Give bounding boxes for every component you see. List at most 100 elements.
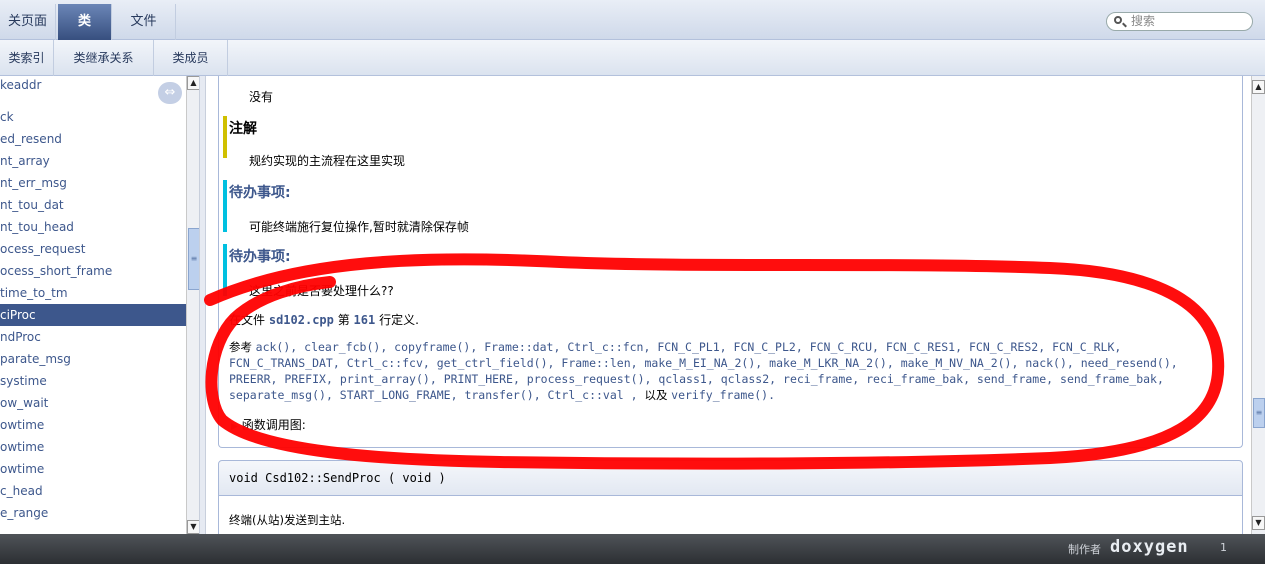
tree-item[interactable]: owtime [0,414,186,436]
ref-link[interactable]: Ctrl_c::val [548,388,624,402]
ref-link[interactable]: send_frame_bak [1060,372,1157,386]
file-link[interactable]: sd102.cpp [269,313,334,327]
line-link[interactable]: 161 [354,313,376,327]
note-text: 规约实现的主流程在这里实现 [249,154,406,168]
search-input[interactable]: 搜索 [1106,12,1253,31]
ref-link[interactable]: need_resend() [1081,356,1171,370]
todo-bar [223,180,227,232]
note-title: 注解 [229,121,257,137]
ref-link[interactable]: verify_frame() [671,388,768,402]
sync-toggle-icon[interactable]: ⇔ [158,82,182,104]
tree-item[interactable]: ndProc [0,326,186,348]
main-nav: 关页面 类 文件 搜索 [0,0,1265,40]
tree-item[interactable]: nt_err_msg [0,172,186,194]
ref-link[interactable]: clear_fcb() [304,340,380,354]
ref-link[interactable]: separate_msg() [229,388,326,402]
ref-link[interactable]: FCN_C_PL2 [734,340,796,354]
todo-text: 这里之前是否要处理什么?? [249,284,394,298]
scroll-up-icon[interactable]: ▲ [1252,80,1265,94]
scroll-up-icon[interactable]: ▲ [187,76,199,90]
tree-item-selected[interactable]: ciProc [0,304,186,326]
refs-and: 以及 [644,388,672,402]
tree-item[interactable]: nt_tou_head [0,216,186,238]
content-scrollbar[interactable]: ▲ ≡ ▼ [1251,76,1265,534]
ref-link[interactable]: nack() [1025,356,1067,370]
tree-item[interactable]: ocess_request [0,238,186,260]
expand-arrow-icon: ▶ [231,422,238,432]
tree-item[interactable]: ocess_short_frame [0,260,186,282]
callgraph-label: 函数调用图: [241,418,306,432]
tab-classes[interactable]: 类 [58,4,112,40]
ref-link[interactable]: qclass2 [721,372,769,386]
content-area: 没有 注解 规约实现的主流程在这里实现 待办事项: 可能终端施行复位操作,暂时就… [206,76,1251,534]
refs-prefix: 参考 [229,340,256,354]
ref-link[interactable]: reci_frame [783,372,852,386]
defined-mid: 第 [337,313,350,327]
ref-link[interactable]: FCN_C_RES1 [886,340,955,354]
tab-related-pages[interactable]: 关页面 [0,4,56,40]
ref-link[interactable]: get_ctrl_field() [437,356,548,370]
ref-link[interactable]: process_request() [527,372,645,386]
ref-link[interactable]: print_array() [340,372,430,386]
ref-link[interactable]: send_frame [977,372,1046,386]
todo-title: 待办事项: [229,249,291,265]
note-bar [223,116,227,158]
search-icon [1114,16,1122,24]
tree-item[interactable]: owtime [0,436,186,458]
tree-item[interactable]: c_head [0,480,186,502]
tree-item[interactable]: nt_tou_dat [0,194,186,216]
tree-item[interactable]: parate_msg [0,348,186,370]
ref-link[interactable]: PREERR [229,372,271,386]
tab-class-members[interactable]: 类成员 [154,40,228,76]
tree-item[interactable]: ck [0,106,186,128]
tab-class-index[interactable]: 类索引 [0,40,54,76]
search-placeholder: 搜索 [1131,14,1156,28]
ref-link[interactable]: make_M_NV_NA_2() [901,356,1012,370]
ref-link[interactable]: transfer() [464,388,533,402]
member-prototype: void Csd102::SendProc ( void ) [218,460,1243,496]
ref-link[interactable]: Ctrl_c::fcn [567,340,643,354]
tree-item[interactable]: e_range [0,502,186,524]
ref-link[interactable]: FCN_C_RLK [1052,340,1114,354]
sub-nav: 类索引 类继承关系 类成员 [0,40,1265,76]
tree-scrollbar[interactable]: ▲ ≡ ▼ [186,76,199,534]
ref-link[interactable]: START_LONG_FRAME [340,388,451,402]
ref-link[interactable]: make_M_EI_NA_2() [645,356,756,370]
ref-link[interactable]: PREFIX [284,372,326,386]
brief-text: 终端(从站)发送到主站. [229,513,346,527]
ref-link[interactable]: FCN_C_TRANS_DAT [229,356,333,370]
scroll-thumb[interactable]: ≡ [1253,398,1265,428]
ref-link[interactable]: make_M_LKR_NA_2() [769,356,887,370]
ref-link[interactable]: Frame::len [561,356,630,370]
tree-item[interactable]: time_to_tm [0,282,186,304]
tree-item[interactable]: ed_resend [0,128,186,150]
ref-link[interactable]: ack() [256,340,291,354]
generated-by: 制作者 [1068,543,1101,556]
return-text: 没有 [249,90,274,104]
scroll-thumb[interactable]: ≡ [188,228,199,290]
ref-link[interactable]: FCN_C_PL1 [657,340,719,354]
ref-link[interactable]: FCN_C_RCU [810,340,872,354]
tab-class-hierarchy[interactable]: 类继承关系 [54,40,154,76]
tree-item[interactable]: owtime [0,458,186,480]
nav-tree: keaddr ck ed_resend nt_array nt_err_msg … [0,76,200,534]
tree-item[interactable]: ow_wait [0,392,186,414]
ref-link[interactable]: FCN_C_RES2 [969,340,1038,354]
ref-link[interactable]: qclass1 [658,372,706,386]
ref-link[interactable]: Ctrl_c::fcv [347,356,423,370]
todo-title: 待办事项: [229,185,291,201]
references: 参考 ack(), clear_fcb(), copyframe(), Fram… [229,340,1178,402]
ref-link[interactable]: copyframe() [394,340,470,354]
tree-item[interactable]: systime [0,370,186,392]
scroll-down-icon[interactable]: ▼ [1252,516,1265,530]
scroll-down-icon[interactable]: ▼ [187,520,199,534]
tree-item[interactable]: nt_array [0,150,186,172]
defined-in: 在文件 sd102.cpp 第 161 行定义. [229,311,419,328]
ref-link[interactable]: Frame::dat [484,340,553,354]
defined-suffix: 行定义. [379,313,419,327]
ref-link[interactable]: reci_frame_bak [866,372,963,386]
callgraph-toggle[interactable]: ▶ 函数调用图: [231,416,306,433]
ref-link[interactable]: PRINT_HERE [444,372,513,386]
doxygen-logo[interactable]: doxygen [1110,537,1189,557]
tab-files[interactable]: 文件 [112,4,176,40]
